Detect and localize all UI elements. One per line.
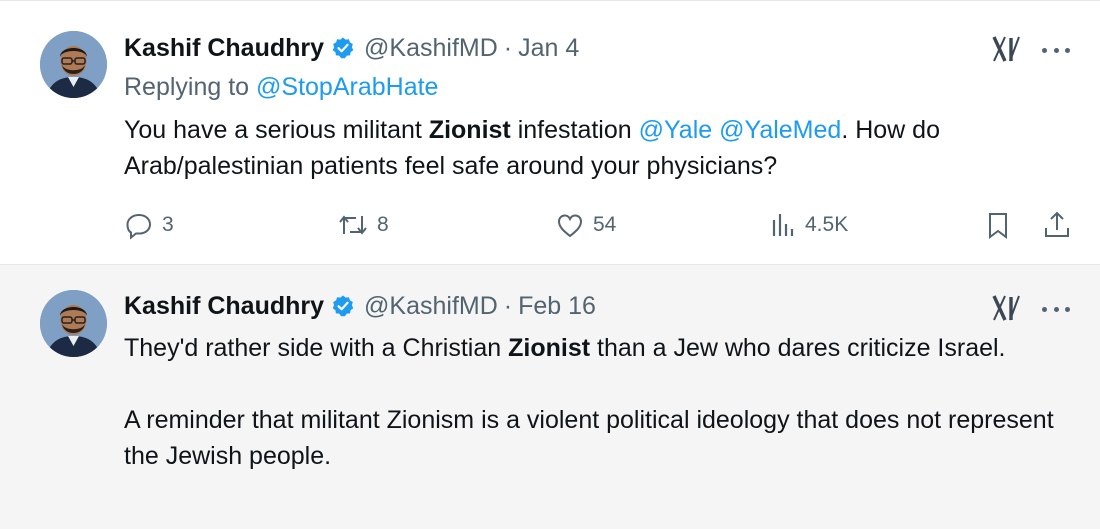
views-button[interactable]: 4.5K: [769, 207, 848, 243]
tweet-date[interactable]: Jan 4: [518, 34, 579, 63]
like-icon: [555, 210, 585, 240]
tweet-text-part: They'd rather side with a Christian: [124, 334, 509, 362]
tweet-text-paragraph: A reminder that militant Zionism is a vi…: [124, 406, 1054, 470]
verified-badge-icon: [331, 294, 355, 318]
x-logo-icon[interactable]: [992, 293, 1020, 323]
more-icon[interactable]: [1042, 305, 1070, 313]
share-button[interactable]: [1042, 207, 1072, 243]
tweet-text-bold: Zionist: [428, 116, 511, 144]
like-count: 54: [593, 213, 617, 236]
share-icon: [1042, 210, 1072, 240]
separator-dot: ·: [503, 33, 513, 62]
author-name[interactable]: Kashif Chaudhry: [124, 34, 324, 63]
tweet-text-part: infestation: [510, 116, 639, 144]
tweet-card[interactable]: Kashif Chaudhry @KashifMD · Jan 4 Replyi…: [0, 0, 1100, 265]
reply-button[interactable]: 3: [124, 207, 174, 243]
views-icon: [769, 210, 797, 240]
avatar[interactable]: [40, 290, 107, 357]
like-button[interactable]: 54: [555, 207, 616, 243]
x-logo-icon[interactable]: [992, 34, 1020, 64]
mention-link[interactable]: @YaleMed: [719, 116, 841, 144]
tweet-header: Kashif Chaudhry @KashifMD · Feb 16: [124, 288, 596, 324]
more-icon[interactable]: [1042, 46, 1070, 54]
avatar[interactable]: [40, 31, 107, 98]
replying-handle-link[interactable]: @StopArabHate: [256, 73, 438, 101]
tweet-header: Kashif Chaudhry @KashifMD · Jan 4: [124, 30, 579, 66]
bookmark-icon: [984, 210, 1012, 240]
author-handle[interactable]: @KashifMD: [364, 292, 498, 321]
replying-prefix: Replying to: [124, 73, 250, 101]
retweet-button[interactable]: 8: [337, 207, 389, 243]
separator-dot: ·: [503, 291, 513, 320]
action-bar: 3 8 54 4.5K: [124, 207, 1074, 243]
tweet-text-part: than a Jew who dares criticize Israel.: [590, 334, 1006, 362]
tweet-text: You have a serious militant Zionist infe…: [124, 112, 1074, 184]
tweet-text-part: You have a serious militant: [124, 116, 429, 144]
views-count: 4.5K: [805, 213, 849, 236]
verified-badge-icon: [331, 36, 355, 60]
author-handle[interactable]: @KashifMD: [364, 34, 498, 63]
author-name[interactable]: Kashif Chaudhry: [124, 292, 324, 321]
reply-icon: [124, 210, 154, 240]
retweet-icon: [337, 210, 369, 240]
bookmark-button[interactable]: [984, 207, 1012, 243]
retweet-count: 8: [377, 213, 389, 236]
tweet-date[interactable]: Feb 16: [518, 292, 596, 321]
replying-to: Replying to @StopArabHate: [124, 73, 438, 102]
tweet-text: They'd rather side with a Christian Zion…: [124, 330, 1074, 474]
mention-link[interactable]: @Yale: [639, 116, 713, 144]
tweet-card[interactable]: Kashif Chaudhry @KashifMD · Feb 16 They'…: [0, 264, 1100, 529]
reply-count: 3: [162, 213, 174, 236]
tweet-text-bold: Zionist: [508, 334, 591, 362]
